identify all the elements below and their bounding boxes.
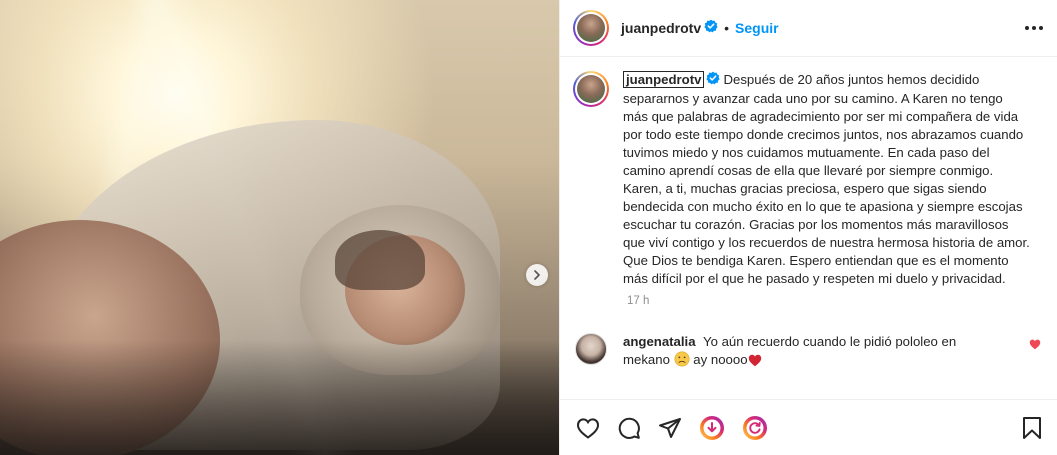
post-side-panel: juanpedrotv • Seguir juanpedrotv Después… <box>559 0 1057 455</box>
caption-timestamp[interactable]: 17 h <box>627 295 1041 307</box>
comments-section: juanpedrotv Después de 20 años juntos he… <box>560 57 1057 399</box>
chevron-right-icon <box>534 270 540 280</box>
photo-shadow <box>0 340 559 455</box>
red-heart-emoji-icon <box>748 354 762 372</box>
caption-username[interactable]: juanpedrotv <box>623 71 705 88</box>
verified-badge-icon <box>704 19 718 38</box>
comment-body-end: ay noooo <box>693 352 748 368</box>
caption-text-block: juanpedrotv Después de 20 años juntos he… <box>623 71 1031 288</box>
caption-body: Después de 20 años juntos hemos decidido… <box>623 72 1030 287</box>
download-app-icon[interactable] <box>699 415 725 441</box>
author-avatar[interactable] <box>573 10 609 46</box>
heart-icon[interactable] <box>576 417 600 439</box>
separator-dot: • <box>724 20 730 36</box>
comment-item: angenatalia Yo aún recuerdo cuando le pi… <box>573 333 1041 372</box>
follow-button[interactable]: Seguir <box>735 20 779 36</box>
comment-username[interactable]: angenatalia <box>623 334 696 349</box>
comment-icon[interactable] <box>617 416 641 440</box>
refresh-app-icon[interactable] <box>742 415 768 441</box>
next-photo-button[interactable] <box>526 264 548 286</box>
post-header: juanpedrotv • Seguir <box>560 0 1057 57</box>
comment-text-block: angenatalia Yo aún recuerdo cuando le pi… <box>623 333 1003 372</box>
more-options-icon[interactable] <box>1025 26 1043 30</box>
bookmark-icon[interactable] <box>1021 416 1043 440</box>
author-username[interactable]: juanpedrotv <box>621 20 701 36</box>
commenter-avatar[interactable] <box>575 333 607 366</box>
photo-hair <box>335 230 425 290</box>
caption-avatar[interactable] <box>573 71 609 107</box>
post-photo[interactable] <box>0 0 559 455</box>
caption: juanpedrotv Después de 20 años juntos he… <box>573 71 1041 288</box>
comment-like-heart-icon[interactable] <box>1029 337 1041 355</box>
instagram-post: juanpedrotv • Seguir juanpedrotv Después… <box>0 0 1057 455</box>
sad-face-emoji-icon <box>674 351 690 372</box>
action-bar <box>560 399 1057 455</box>
verified-badge-icon <box>706 71 721 90</box>
paper-plane-icon[interactable] <box>658 417 682 439</box>
